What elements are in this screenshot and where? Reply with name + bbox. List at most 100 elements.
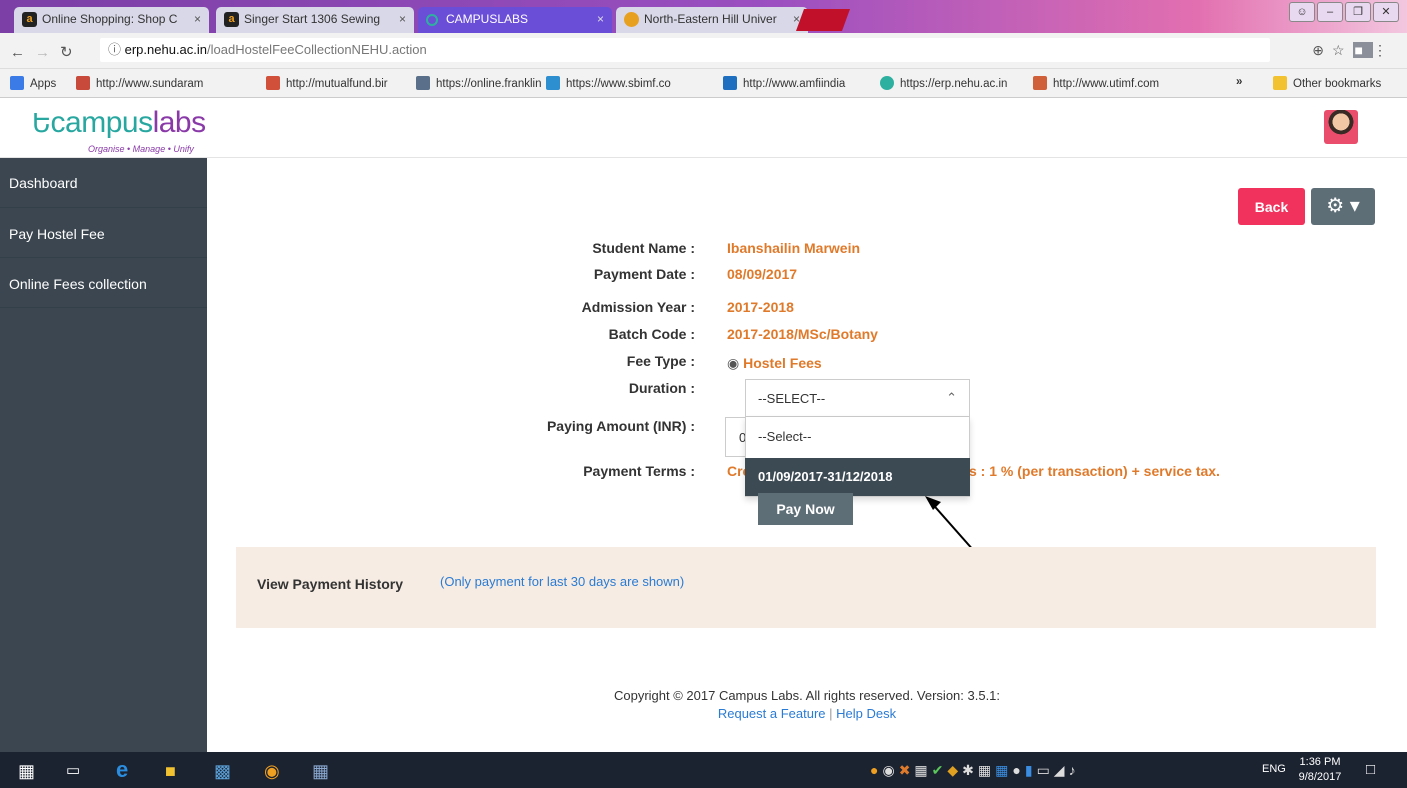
- close-tab-icon[interactable]: ×: [399, 12, 406, 26]
- bookmark-label: Apps: [30, 78, 57, 90]
- file-explorer-icon[interactable]: ■: [165, 761, 176, 782]
- tray-check-icon[interactable]: ✔: [932, 762, 948, 778]
- logo-tagline: Organise • Manage • Unify: [88, 144, 194, 154]
- tray-app-icon[interactable]: ▦: [978, 762, 995, 778]
- profile-icon[interactable]: ☺: [1289, 2, 1315, 22]
- tray-app-icon[interactable]: ●: [1012, 762, 1024, 778]
- bookmark-icon: [723, 76, 737, 90]
- windows-start-icon[interactable]: ▦: [18, 761, 35, 782]
- bookmark-item[interactable]: http://www.sundaram: [76, 76, 203, 90]
- nav-buttons: ←→↻: [10, 43, 83, 61]
- bookmark-item[interactable]: http://www.amfiindia: [723, 76, 845, 90]
- bookmark-icon: [266, 76, 280, 90]
- sidebar-item-pay-hostel-fee[interactable]: Pay Hostel Fee: [0, 208, 207, 258]
- bookmark-apps[interactable]: Apps: [10, 76, 56, 90]
- pay-now-button[interactable]: Pay Now: [758, 493, 853, 525]
- browser-tab[interactable]: a Online Shopping: Shop C ×: [14, 7, 209, 33]
- bookmark-item[interactable]: https://www.sbimf.co: [546, 76, 671, 90]
- close-window-icon[interactable]: ✕: [1373, 2, 1399, 22]
- batch-code-value: 2017-2018/MSc/Botany: [727, 326, 878, 342]
- url-input[interactable]: ⓘ erp.nehu.ac.in/loadHostelFeeCollection…: [100, 38, 1270, 62]
- batch-code-label: Batch Code :: [608, 326, 695, 342]
- admission-year-label: Admission Year :: [581, 299, 695, 315]
- tray-app-icon[interactable]: ◉: [882, 762, 898, 778]
- help-icon[interactable]: ●: [870, 762, 882, 778]
- bookmark-other[interactable]: Other bookmarks: [1273, 76, 1381, 90]
- zoom-icon[interactable]: ⊕: [1312, 42, 1332, 58]
- user-avatar[interactable]: [1324, 110, 1358, 144]
- url-path: /loadHostelFeeCollectionNEHU.action: [207, 42, 427, 57]
- duration-selected-value: --SELECT--: [758, 391, 826, 406]
- copyright-text: Copyright © 2017 Campus Labs. All rights…: [613, 688, 1001, 703]
- student-name-label: Student Name :: [592, 240, 695, 256]
- tray-app-icon[interactable]: ▦: [995, 762, 1012, 778]
- wifi-icon[interactable]: ◢: [1054, 762, 1069, 778]
- new-tab-button[interactable]: [795, 9, 851, 31]
- duration-option[interactable]: --Select--: [746, 417, 969, 458]
- bookmark-icon: [1033, 76, 1047, 90]
- browser-tab[interactable]: North-Eastern Hill Univer ×: [616, 7, 808, 33]
- tab-title: Singer Start 1306 Sewing: [244, 12, 381, 26]
- edge-icon[interactable]: e: [116, 757, 128, 783]
- help-desk-link[interactable]: Help Desk: [836, 706, 896, 721]
- bookmark-star-icon[interactable]: ☆: [1332, 42, 1353, 58]
- bluetooth-icon[interactable]: ✱: [962, 762, 978, 778]
- task-view-icon[interactable]: ▭: [66, 761, 80, 779]
- bookmark-label: Other bookmarks: [1293, 78, 1382, 90]
- tray-app-icon[interactable]: ▮: [1025, 762, 1037, 778]
- extension-icon[interactable]: ■: [1352, 42, 1373, 58]
- url-host: erp.nehu.ac.in: [124, 42, 208, 57]
- network-app-icon[interactable]: ▩: [214, 761, 231, 782]
- browser-tab-bar: a Online Shopping: Shop C × a Singer Sta…: [0, 0, 1407, 33]
- menu-icon[interactable]: ⋮: [1373, 42, 1395, 58]
- language-indicator[interactable]: ENG: [1262, 763, 1286, 775]
- radio-selected-icon[interactable]: ◉: [727, 355, 743, 371]
- logo-text: campus: [50, 106, 154, 139]
- admission-year-value: 2017-2018: [727, 299, 794, 315]
- minimize-icon[interactable]: –: [1317, 2, 1343, 22]
- chrome-icon[interactable]: ◉: [264, 761, 280, 782]
- info-icon[interactable]: ⓘ: [108, 42, 125, 57]
- fee-type-label: Fee Type :: [626, 353, 695, 369]
- bookmarks-overflow[interactable]: »: [1236, 76, 1242, 88]
- bookmark-item[interactable]: https://erp.nehu.ac.in: [880, 76, 1007, 90]
- maximize-icon[interactable]: ❐: [1345, 2, 1371, 22]
- tray-app-icon[interactable]: ◆: [947, 762, 962, 778]
- back-arrow-icon[interactable]: ←: [10, 44, 35, 61]
- tab-title: North-Eastern Hill Univer: [644, 12, 777, 26]
- word-app-icon[interactable]: ▦: [312, 761, 329, 782]
- settings-gear-icon[interactable]: ⚙ ▾: [1311, 188, 1375, 225]
- payment-date-label: Payment Date :: [593, 266, 695, 282]
- fee-type-radio[interactable]: ◉ Hostel Fees: [727, 355, 822, 372]
- tray-app-icon[interactable]: ✖: [899, 762, 915, 778]
- notification-icon[interactable]: □: [1366, 761, 1375, 778]
- request-feature-link[interactable]: Request a Feature: [718, 706, 826, 721]
- duration-select[interactable]: --SELECT-- ⌃: [745, 379, 970, 417]
- bookmark-label: http://www.utimf.com: [1053, 78, 1160, 90]
- bookmark-item[interactable]: http://mutualfund.bir: [266, 76, 388, 90]
- student-name-value: Ibanshailin Marwein: [727, 240, 861, 256]
- bookmark-label: http://mutualfund.bir: [286, 78, 388, 90]
- bookmark-item[interactable]: http://www.utimf.com: [1033, 76, 1159, 90]
- forward-arrow-icon[interactable]: →: [35, 44, 60, 61]
- battery-icon[interactable]: ▭: [1037, 762, 1054, 778]
- nehu-icon: [624, 12, 639, 27]
- close-tab-icon[interactable]: ×: [194, 12, 201, 26]
- view-payment-history-link[interactable]: View Payment History: [257, 576, 403, 592]
- sidebar-item-online-fees-collection[interactable]: Online Fees collection: [0, 258, 207, 308]
- browser-tab[interactable]: a Singer Start 1306 Sewing ×: [216, 7, 414, 33]
- back-button[interactable]: Back: [1238, 188, 1305, 225]
- bookmark-label: https://online.franklin: [436, 78, 542, 90]
- bookmark-item[interactable]: https://online.franklin: [416, 76, 541, 90]
- browser-tab-active[interactable]: CAMPUSLABS ×: [418, 7, 612, 33]
- sidebar-item-dashboard[interactable]: Dashboard: [0, 158, 207, 208]
- tab-title: CAMPUSLABS: [446, 12, 529, 26]
- close-tab-icon[interactable]: ×: [597, 12, 604, 26]
- tray-app-icon[interactable]: ▦: [914, 762, 931, 778]
- amazon-icon: a: [22, 12, 37, 27]
- bookmark-icon: [76, 76, 90, 90]
- volume-icon[interactable]: ♪: [1069, 762, 1080, 778]
- campuslabs-logo[interactable]: Եcampuslabs Organise • Manage • Unify: [32, 106, 206, 154]
- clock[interactable]: 1:36 PM 9/8/2017: [1295, 755, 1345, 785]
- reload-icon[interactable]: ↻: [60, 44, 83, 61]
